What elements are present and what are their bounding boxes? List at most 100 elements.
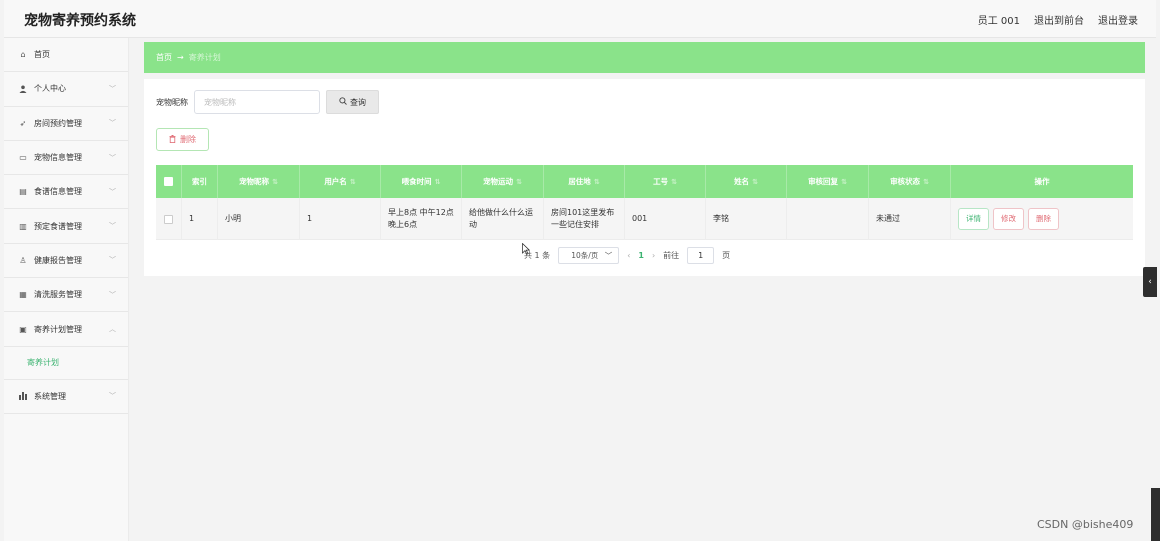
column-label: 操作 (1034, 177, 1050, 186)
cell-index: 1 (182, 198, 218, 240)
sidebar-item-system[interactable]: 系统管理 ﹀ (4, 380, 128, 414)
row-checkbox[interactable] (164, 214, 173, 224)
sidebar-item-room-booking[interactable]: ➶ 房间预约管理 ﹀ (4, 107, 128, 141)
breadcrumb: 首页 → 寄养计划 (144, 42, 1145, 73)
edit-button[interactable]: 修改 (993, 208, 1024, 230)
column-header[interactable]: 宠物昵称 ⇅ (218, 165, 300, 198)
detail-button[interactable]: 详情 (958, 208, 989, 230)
sort-icon: ⇅ (272, 177, 278, 186)
wallet-icon: ▦ (19, 290, 27, 300)
prev-page-icon[interactable]: ‹ (627, 251, 630, 260)
document-icon: ▤ (19, 187, 27, 197)
sort-icon: ⇅ (923, 177, 929, 186)
chevron-down-icon: ﹀ (604, 251, 613, 260)
column-header[interactable]: 审核状态 ⇅ (869, 165, 951, 198)
search-button[interactable]: 查询 (326, 90, 379, 114)
sidebar-subitem-boarding-plan[interactable]: 寄养计划 (4, 346, 128, 380)
top-header: 宠物寄养预约系统 员工 001 退出到前台 退出登录 (4, 0, 1156, 38)
sidebar-item-pet-info[interactable]: ▭ 宠物信息管理 ﹀ (4, 141, 128, 176)
select-all-checkbox[interactable] (164, 177, 173, 186)
chevron-down-icon: ﹀ (109, 392, 116, 401)
send-icon: ➶ (19, 118, 27, 128)
app-root: 宠物寄养预约系统 员工 001 退出到前台 退出登录 ⌂ 首页 个人中心 ﹀ ➶… (0, 0, 1160, 541)
table-header: 索引 宠物昵称 ⇅ 用户名 ⇅ 喂食时间 ⇅ 宠物运动 ⇅ 居住地 ⇅ 工号 ⇅ 姓名 ⇅ 审… (156, 165, 1133, 198)
goto-suffix: 页 (722, 251, 731, 260)
sort-icon: ⇅ (516, 177, 522, 186)
logout-link[interactable]: 退出登录 (1098, 12, 1138, 27)
sidebar-item-recipe-info[interactable]: ▤ 食谱信息管理 ﹀ (4, 175, 128, 210)
chevron-down-icon: ﹀ (109, 153, 116, 162)
bell-icon: ♙ (19, 255, 27, 265)
sort-icon: ⇅ (671, 177, 677, 186)
delete-button[interactable]: 删除 (1028, 208, 1059, 230)
sidebar-item-label: 房间预约管理 (34, 118, 82, 128)
column-header[interactable]: 工号 ⇅ (625, 165, 706, 198)
chevron-down-icon: ﹀ (109, 256, 116, 265)
next-page-icon[interactable]: › (652, 251, 655, 260)
sidebar-item-label: 预定食谱管理 (34, 221, 82, 231)
column-label: 索引 (192, 177, 207, 186)
collapse-panel-toggle[interactable]: ‹ (1143, 267, 1157, 297)
table-row: 1 小明 1 早上8点 中午12点晚上6点 给他做什么什么运动 房间101这里发… (156, 198, 1133, 240)
column-label: 居住地 (568, 177, 591, 186)
chevron-down-icon: ﹀ (109, 290, 116, 299)
cell-review-status: 未通过 (869, 198, 951, 240)
batch-delete-button[interactable]: 删除 (156, 128, 209, 151)
chart-icon (18, 392, 28, 401)
user-icon (18, 85, 28, 93)
sidebar-item-health-report[interactable]: ♙ 健康报告管理 ﹀ (4, 244, 128, 279)
current-page[interactable]: 1 (638, 251, 644, 260)
sidebar: ⌂ 首页 个人中心 ﹀ ➶ 房间预约管理 ﹀ ▭ 宠物信息管理 ﹀ ▤ 食谱信息… (4, 38, 129, 541)
sort-icon: ⇅ (593, 177, 600, 186)
column-label: 审核回复 (808, 177, 839, 186)
chevron-down-icon: ﹀ (109, 222, 116, 231)
exit-to-front-link[interactable]: 退出到前台 (1034, 12, 1084, 27)
sidebar-item-label: 首页 (34, 50, 50, 60)
cell-name: 李铭 (706, 198, 787, 240)
sidebar-item-home[interactable]: ⌂ 首页 (4, 38, 128, 73)
batch-delete-label: 删除 (180, 135, 196, 144)
pet-name-search-input[interactable] (194, 90, 320, 114)
header-links: 员工 001 退出到前台 退出登录 (978, 12, 1138, 27)
column-header[interactable]: 喂食时间 ⇅ (381, 165, 462, 198)
sidebar-item-label: 健康报告管理 (34, 255, 82, 265)
search-bar: 宠物昵称 查询 (156, 90, 379, 114)
column-header[interactable]: 用户名 ⇅ (300, 165, 381, 198)
sidebar-item-label: 寄养计划管理 (34, 324, 82, 334)
trash-icon (169, 134, 176, 145)
chevron-down-icon: ﹀ (109, 84, 116, 93)
breadcrumb-arrow: → (177, 53, 184, 62)
goto-page-input[interactable] (687, 247, 715, 264)
column-header[interactable]: 姓名 ⇅ (706, 165, 787, 198)
watermark: CSDN @bishe409 (1037, 518, 1134, 531)
sidebar-item-label: 清洗服务管理 (34, 290, 82, 300)
mouse-cursor-icon (522, 243, 530, 255)
column-label: 用户名 (324, 177, 347, 186)
chevron-down-icon: ﹀ (109, 187, 116, 196)
column-header[interactable]: 审核回复 ⇅ (787, 165, 869, 198)
home-icon: ⌂ (20, 50, 26, 60)
column-header[interactable]: 居住地 ⇅ (544, 165, 625, 198)
cell-residence: 房间101这里发布一些记住安排 (544, 198, 625, 240)
sidebar-item-personal-center[interactable]: 个人中心 ﹀ (4, 72, 128, 107)
cell-pet-name: 小明 (218, 198, 300, 240)
cell-feeding-time: 早上8点 中午12点晚上6点 (381, 198, 462, 240)
breadcrumb-home[interactable]: 首页 (156, 52, 172, 63)
column-header: 索引 (182, 165, 218, 198)
column-label: 宠物运动 (483, 177, 514, 186)
column-header[interactable]: 宠物运动 ⇅ (462, 165, 544, 198)
sidebar-item-label: 宠物信息管理 (34, 153, 82, 163)
sidebar-item-recipe-booking[interactable]: ▥ 预定食谱管理 ﹀ (4, 209, 128, 244)
sidebar-item-cleaning-service[interactable]: ▦ 清洗服务管理 ﹀ (4, 278, 128, 313)
cell-pet-exercise: 给他做什么什么运动 (462, 198, 544, 240)
sidebar-item-boarding-plan[interactable]: ▣ 寄养计划管理 ︿ (4, 312, 128, 347)
sort-icon: ⇅ (752, 177, 758, 186)
current-user: 员工 001 (977, 16, 1020, 27)
sidebar-item-label: 个人中心 (34, 84, 66, 94)
right-edge-bar (1151, 488, 1160, 541)
column-label: 审核状态 (890, 177, 921, 186)
app-title: 宠物寄养预约系统 (24, 13, 136, 29)
chevron-up-icon: ︿ (109, 325, 116, 334)
page-size-select[interactable]: 10条/页 ﹀ (558, 247, 620, 264)
sidebar-item-label: 系统管理 (34, 391, 66, 401)
